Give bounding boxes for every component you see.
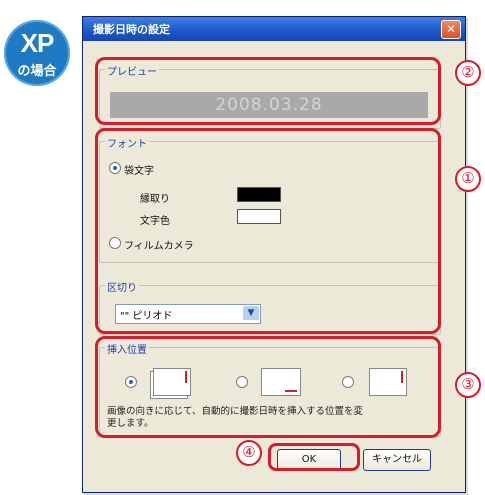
callout-2: ② (455, 60, 481, 86)
callout-3: ③ (455, 372, 481, 398)
close-icon: ✕ (445, 22, 457, 36)
cancel-button[interactable]: キャンセル (363, 449, 431, 471)
xp-badge: XP の場合 (4, 20, 70, 86)
callout-1: ① (455, 166, 481, 192)
annotation-box-ok (268, 443, 360, 471)
annotation-box-font (95, 128, 441, 334)
title-bar[interactable]: 撮影日時の設定 ✕ (83, 17, 465, 41)
window-title: 撮影日時の設定 (93, 24, 170, 36)
annotation-box-position (95, 336, 441, 438)
xp-badge-title: XP (20, 28, 55, 58)
xp-badge-subtitle: の場合 (17, 64, 57, 79)
callout-4: ④ (236, 440, 262, 466)
close-button[interactable]: ✕ (441, 20, 461, 39)
annotation-box-preview (95, 57, 441, 125)
